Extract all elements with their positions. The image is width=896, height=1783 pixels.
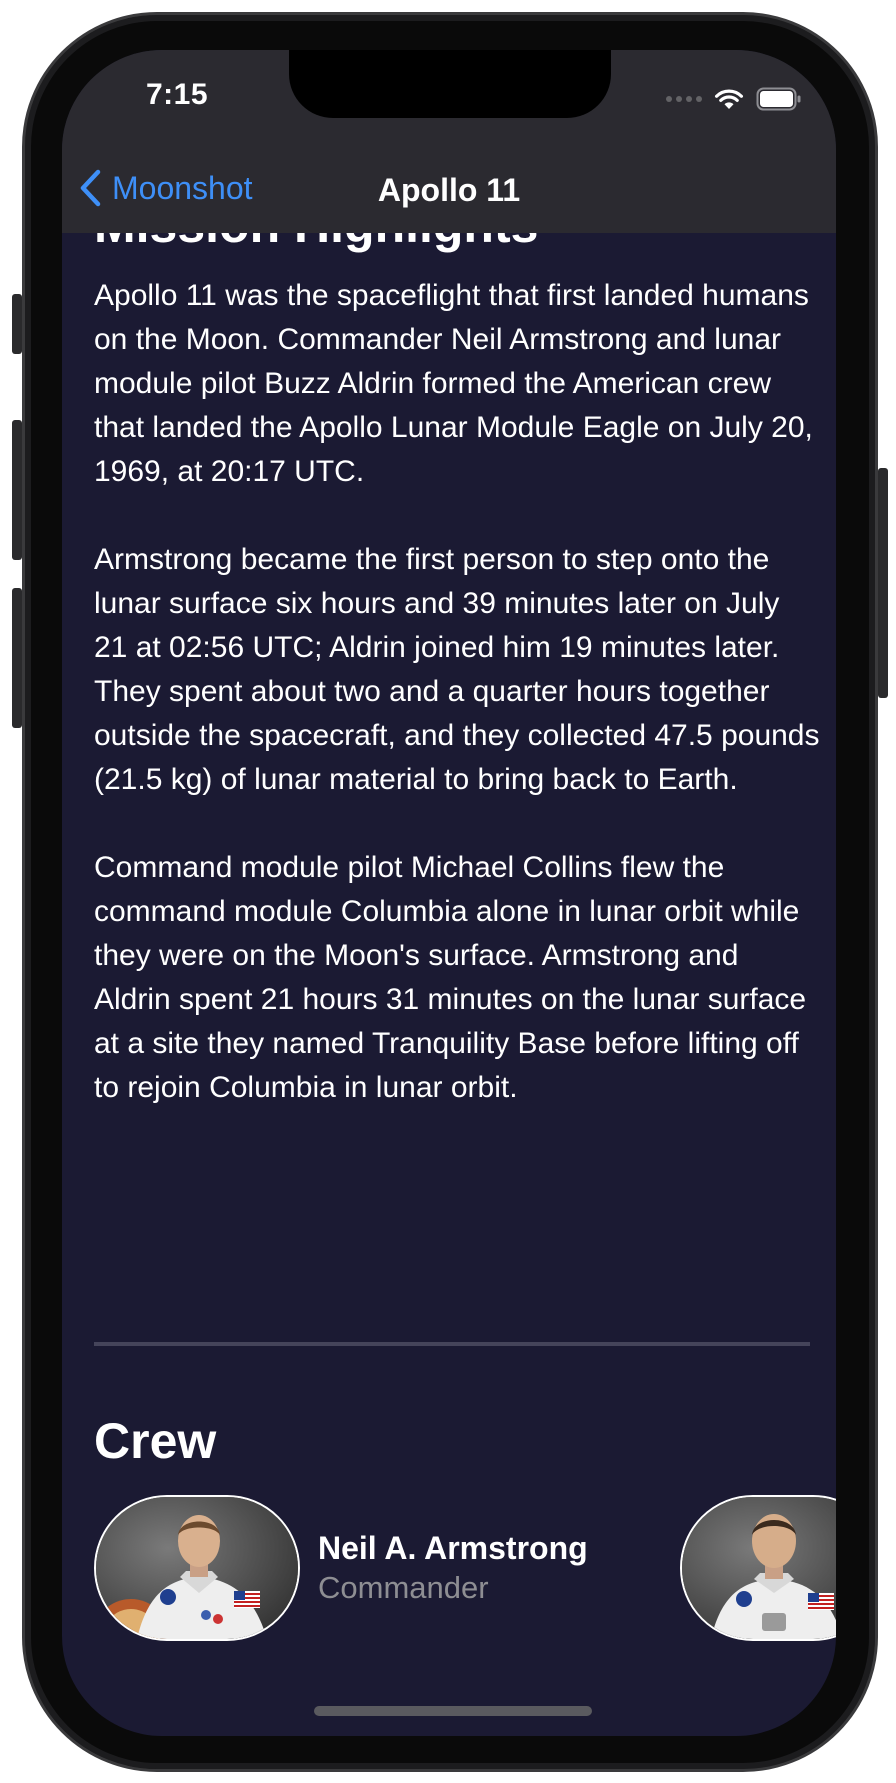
astronaut-portrait [94,1495,300,1641]
scroll-content[interactable]: Mission Highlights Apollo 11 was the spa… [62,50,836,1736]
nav-title: Apollo 11 [377,172,521,208]
status-time: 7:15 [145,78,209,111]
astronaut-portrait [680,1495,836,1641]
crew-carousel[interactable]: Neil A. Armstrong Commander [94,1495,836,1641]
nav-row: Moonshot Apollo 11 [62,158,836,234]
volume-down-button [12,588,22,728]
wifi-icon [715,89,743,109]
mute-switch [12,294,22,354]
crew-card-armstrong[interactable]: Neil A. Armstrong Commander [94,1495,588,1641]
camera-notch [289,50,611,118]
power-button [878,468,888,698]
description-paragraph: Command module pilot Michael Collins fle… [94,851,807,1104]
battery-icon [756,87,801,111]
screen: Mission Highlights Apollo 11 was the spa… [62,50,836,1736]
crew-role: Commander [318,1570,489,1605]
signal-dots-icon [666,96,702,102]
crew-info: Neil A. Armstrong Commander [318,1495,588,1641]
crew-name: Neil A. Armstrong [318,1530,588,1566]
volume-up-button [12,420,22,560]
crew-title: Crew [94,1413,217,1469]
description-paragraph: Armstrong became the first person to ste… [94,543,820,796]
home-indicator[interactable] [314,1706,592,1716]
crew-card-collins[interactable] [680,1495,836,1641]
mission-description: Apollo 11 was the spaceflight that first… [94,274,820,1154]
divider [94,1342,810,1346]
description-paragraph: Apollo 11 was the spaceflight that first… [94,279,813,488]
status-icons [666,86,802,112]
